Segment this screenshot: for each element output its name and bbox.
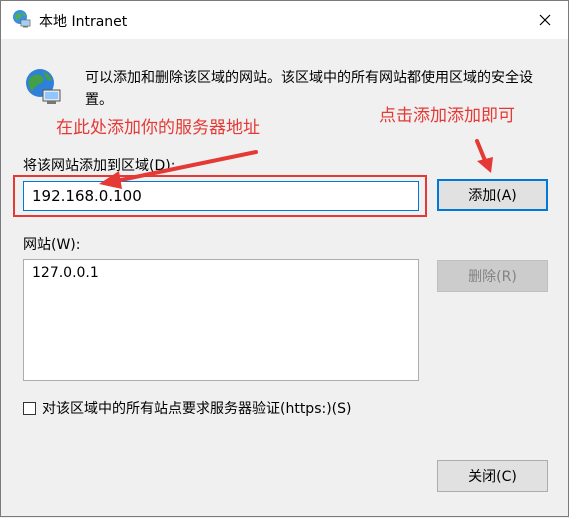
add-button[interactable]: 添加(A) xyxy=(437,179,548,211)
sites-label: 网站(W): xyxy=(23,237,81,253)
window-title: 本地 Intranet xyxy=(39,14,128,30)
remove-button[interactable]: 删除(R) xyxy=(437,260,548,292)
list-item[interactable]: 127.0.0.1 xyxy=(24,260,418,286)
annotation-click-add: 点击添加添加即可 xyxy=(379,106,515,126)
close-button[interactable]: 关闭(C) xyxy=(437,460,548,492)
close-icon xyxy=(539,14,551,26)
intranet-dialog: 本地 Intranet 可以添加和删除该区域的网站。该区域中的所有网站都使用区域… xyxy=(0,0,569,517)
arrow-icon xyxy=(475,139,493,173)
https-checkbox[interactable] xyxy=(23,401,36,415)
globe-network-icon xyxy=(26,69,61,104)
title-bar: 本地 Intranet xyxy=(1,1,568,39)
https-label[interactable]: 对该区域中的所有站点要求服务器验证(https:)(S) xyxy=(42,398,351,418)
add-site-label: 将该网站添加到区域(D): xyxy=(23,158,176,174)
https-option[interactable]: 对该区域中的所有站点要求服务器验证(https:)(S) xyxy=(23,398,351,418)
close-window-button[interactable] xyxy=(522,1,568,39)
sites-list[interactable]: 127.0.0.1 xyxy=(23,259,419,381)
annotation-server-address: 在此处添加你的服务器地址 xyxy=(56,118,260,138)
globe-network-icon xyxy=(13,10,31,28)
site-address-input[interactable] xyxy=(23,181,419,211)
